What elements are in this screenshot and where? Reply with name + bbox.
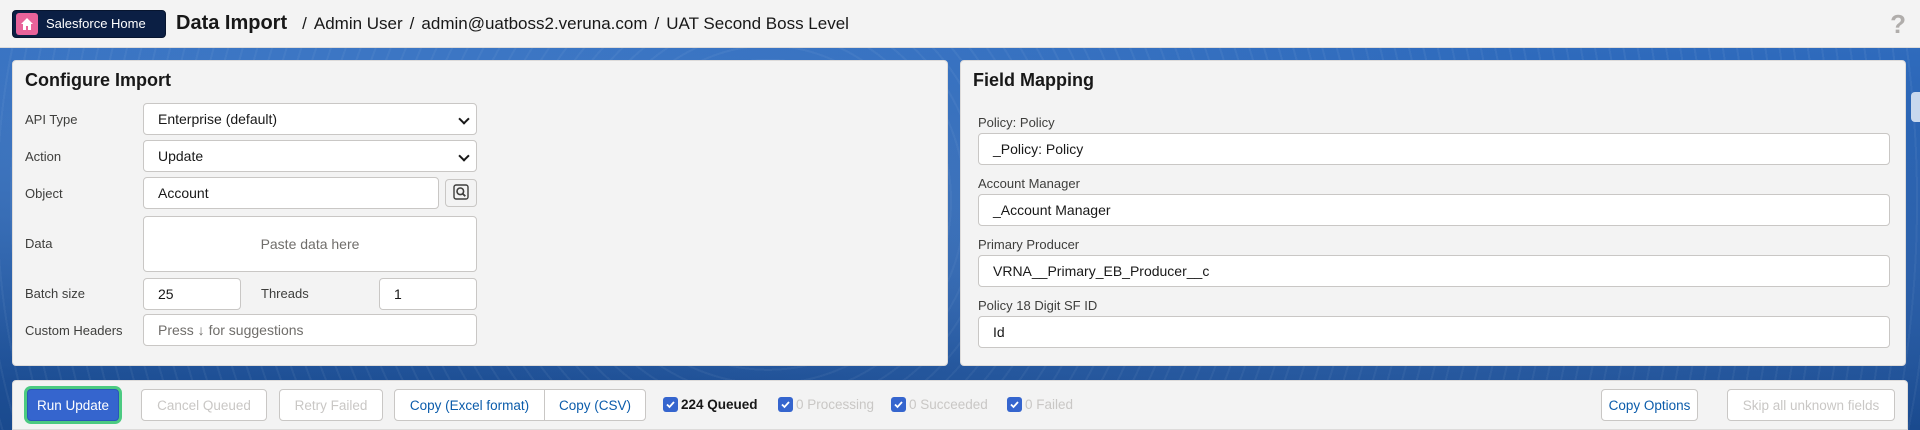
data-label: Data (25, 236, 53, 251)
mapping-value: VRNA__Primary_EB_Producer__c (993, 263, 1210, 279)
mapping-label: Account Manager (978, 176, 1080, 191)
mapping-value: _Account Manager (993, 202, 1111, 218)
threads-input[interactable]: 1 (379, 278, 477, 310)
configure-import-title: Configure Import (25, 70, 171, 90)
object-input[interactable]: Account (143, 177, 439, 209)
processing-checkbox[interactable]: 0 Processing (778, 397, 874, 412)
breadcrumb-separator: / (302, 14, 307, 33)
batch-size-label: Batch size (25, 286, 85, 301)
retry-failed-button[interactable]: Retry Failed (279, 389, 383, 421)
object-value: Account (158, 185, 209, 201)
checkmark-icon (778, 397, 793, 412)
mapping-label: Primary Producer (978, 237, 1080, 252)
action-select[interactable]: Update (143, 140, 477, 172)
action-value: Update (158, 148, 204, 164)
mapping-value: _Policy: Policy (993, 141, 1084, 157)
object-search-button[interactable] (445, 179, 477, 207)
data-placeholder: Paste data here (260, 236, 360, 252)
action-bar: Run Update Cancel Queued Retry Failed Co… (12, 380, 1908, 430)
api-type-select[interactable]: Enterprise (default) (143, 103, 477, 135)
field-mapping-title: Field Mapping (973, 70, 1094, 90)
breadcrumb-username: admin@uatboss2.veruna.com (421, 14, 648, 33)
mapping-label: Policy 18 Digit SF ID (978, 298, 1098, 313)
failed-label: 0 Failed (1025, 397, 1074, 412)
page-title: Data Import (176, 12, 288, 34)
field-mapping-card: Field Mapping Policy: Policy _Policy: Po… (960, 60, 1906, 366)
checkmark-icon (891, 397, 906, 412)
configure-import-card: Configure Import API Type Enterprise (de… (12, 60, 948, 366)
action-label: Action (25, 149, 62, 164)
checkmark-icon (1007, 397, 1022, 412)
copy-excel-button[interactable]: Copy (Excel format) (394, 389, 545, 421)
data-textarea[interactable]: Paste data here (143, 216, 477, 272)
mapping-input[interactable]: _Policy: Policy (978, 133, 1890, 165)
api-type-value: Enterprise (default) (158, 111, 278, 127)
breadcrumb-org: UAT Second Boss Level (666, 14, 849, 33)
magnifier-icon (453, 183, 469, 203)
failed-checkbox[interactable]: 0 Failed (1007, 397, 1073, 412)
custom-headers-input[interactable]: Press ↓ for suggestions (143, 314, 477, 346)
batch-size-value: 25 (158, 286, 174, 302)
object-label: Object (25, 186, 63, 201)
mapping-input[interactable]: _Account Manager (978, 194, 1890, 226)
help-icon[interactable]: ? (1890, 9, 1906, 40)
side-panel-toggle[interactable] (1911, 92, 1920, 122)
mapping-value: Id (993, 324, 1005, 340)
mapping-input[interactable]: VRNA__Primary_EB_Producer__c (978, 255, 1890, 287)
breadcrumb-separator: / (409, 14, 415, 33)
threads-value: 1 (394, 286, 402, 302)
breadcrumb-user: Admin User (313, 14, 403, 33)
queued-checkbox[interactable]: 224 Queued (663, 397, 758, 412)
page-header: Salesforce Home Data Import / Admin User… (0, 0, 1920, 48)
breadcrumb-separator: / (654, 14, 660, 33)
home-label: Salesforce Home (46, 16, 146, 31)
custom-headers-placeholder: Press ↓ for suggestions (158, 322, 304, 338)
copy-csv-button[interactable]: Copy (CSV) (544, 389, 646, 421)
batch-size-input[interactable]: 25 (143, 278, 241, 310)
api-type-label: API Type (25, 112, 78, 127)
mapping-input[interactable]: Id (978, 316, 1890, 348)
breadcrumb: Data Import / Admin User / admin@uatboss… (176, 12, 849, 35)
copy-options-button[interactable]: Copy Options (1601, 389, 1698, 421)
salesforce-home-button[interactable]: Salesforce Home (12, 9, 166, 38)
custom-headers-label: Custom Headers (25, 323, 123, 338)
threads-label: Threads (261, 286, 309, 301)
processing-label: 0 Processing (796, 397, 875, 412)
cancel-queued-button[interactable]: Cancel Queued (141, 389, 267, 421)
home-icon (16, 12, 38, 35)
mapping-label: Policy: Policy (978, 115, 1055, 130)
succeeded-checkbox[interactable]: 0 Succeeded (891, 397, 988, 412)
run-update-button[interactable]: Run Update (27, 389, 119, 421)
skip-unknown-fields-button[interactable]: Skip all unknown fields (1727, 389, 1895, 421)
succeeded-label: 0 Succeeded (909, 397, 988, 412)
checkmark-icon (663, 397, 678, 412)
queued-label: 224 Queued (681, 397, 758, 412)
